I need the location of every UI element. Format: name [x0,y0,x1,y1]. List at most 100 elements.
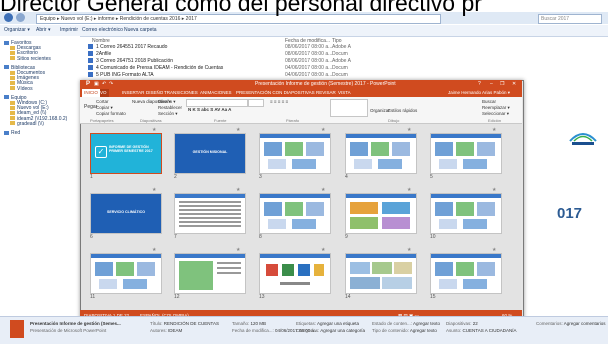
slide-thumbnail[interactable] [345,193,417,234]
slide-thumbnail[interactable] [345,253,417,294]
sidebar-item[interactable]: gradeadl (\\) [10,121,44,127]
print-button[interactable]: Imprimir [60,27,78,33]
tab-transiciones[interactable]: TRANSICIONES [164,89,198,97]
new-folder-button[interactable]: Nueva carpeta [124,27,157,33]
details-tags[interactable]: Agregar una etiqueta [317,321,359,326]
minimize-icon[interactable]: – [490,80,493,89]
find-button[interactable]: Buscar [482,99,496,104]
file-row[interactable]: 3 Correo 264751 2018 Publicación [88,58,173,64]
slide-graphic [350,277,380,289]
details-comments[interactable]: Agregar comentarios [564,321,606,326]
save-icon[interactable]: ▣ [94,80,99,89]
file-date: 04/06/2017 08:00 a... [285,65,333,71]
tab-animaciones[interactable]: ANIMACIONES [200,89,232,97]
sidebar-item[interactable]: Vídeos [10,86,33,92]
slide-graphic [260,194,330,198]
slide-graphic [285,202,303,216]
slide-thumbnail[interactable]: SERVICIO CLIMÁTICO [90,193,162,234]
file-type: Docum [332,72,348,78]
details-slides-label: Diapositivas: [446,321,472,326]
redo-icon[interactable]: ↷ [109,80,113,89]
slide-graphic [350,217,378,229]
select-button[interactable]: Seleccionar ▾ [482,111,509,117]
slide-thumbnail[interactable] [430,193,502,234]
folder-icon [10,116,15,121]
slide-thumbnail[interactable]: GESTIÓN MISIONAL [174,133,246,174]
sidebar-item[interactable]: Sitios recientes [10,56,51,62]
slide-thumbnail[interactable] [174,253,246,294]
search-input[interactable]: Buscar 2017 [538,14,602,24]
slide-thumbnail[interactable] [174,193,246,234]
details-authors[interactable]: IDEAM [168,328,182,333]
group-icon [4,95,9,100]
slide-thumbnail[interactable] [430,253,502,294]
tab-presentacion[interactable]: PRESENTACIÓN CON DIAPOSITIVAS [236,89,315,97]
animation-star-icon: ★ [236,127,241,133]
section-button[interactable]: Sección ▾ [158,111,178,117]
bold-button[interactable]: N K S abc S AV Aa A [188,107,231,112]
tab-vista[interactable]: VISTA [338,89,351,97]
quick-styles-button[interactable]: Estilos rápidos [388,108,417,113]
user-name[interactable]: Jaime Hernando Arias Pabón ▾ [448,89,510,97]
help-icon[interactable]: ? [478,80,481,89]
file-row[interactable]: 2Anfile [88,51,111,57]
file-icon [88,72,93,78]
details-content[interactable]: Agregar texto [410,328,437,333]
arrange-button[interactable]: Organizar [370,108,390,113]
folder-icon [10,56,15,61]
slide-graphic [260,254,330,258]
slide-graphic [371,142,389,156]
details-title[interactable]: RENDICIÓN DE CUENTAS [164,321,219,326]
slide-thumbnail[interactable] [259,193,331,234]
slide-thumbnail[interactable] [345,133,417,174]
file-date: 08/06/2017 08:00 a... [285,51,333,57]
slide-graphic [314,264,324,276]
tab-inicio[interactable]: INICIO [82,89,100,97]
close-icon[interactable]: ✕ [512,80,516,89]
details-category-label: Categorías: [296,328,320,333]
cut-button[interactable]: Cortar [96,99,109,104]
file-row[interactable]: 4 Comunicado de Prensa IDEAM - Rendición… [88,65,223,71]
slide-graphic [292,219,316,229]
slide-graphic [306,142,324,156]
font-name-box[interactable] [186,99,248,107]
file-row[interactable]: 5 PUB ING Formato ALTA [88,72,154,78]
slide-title: INFORME DE GESTIÓN PRIMER SEMESTRE 2017 [109,145,153,154]
animation-star-icon: ★ [321,127,326,133]
file-date: 08/06/2017 08:00 a... [285,44,333,50]
check-icon: ✓ [95,146,107,158]
file-row[interactable]: 1 Correo 264551 2017 Recaudo [88,44,167,50]
slide-graphic [137,262,155,276]
format-painter-button[interactable]: Copiar formato [96,111,126,116]
sidebar-item-label: Red [11,130,21,136]
details-subject[interactable]: CUENTAS A CIUDADANÍA [463,328,517,333]
paragraph-buttons[interactable]: ≡ ≡ ≡ ≡ ≡ [270,99,288,104]
file-icon [88,58,93,64]
background-year: 017 [557,205,583,222]
slide-thumbnail[interactable]: ✓ INFORME DE GESTIÓN PRIMER SEMESTRE 2017 [90,133,162,174]
details-content-label: Tipo de contenido: [372,328,409,333]
ppt-title-bar: P ▣ ↶ ↷ Presentación Informe de gestión … [80,80,522,89]
slide-thumbnail[interactable] [430,133,502,174]
organize-button[interactable]: Organizar ▾ [4,27,30,33]
shapes-gallery[interactable] [330,99,368,117]
tab-diseno[interactable]: DISEÑO [146,89,163,97]
slide-graphic [431,194,501,198]
details-category[interactable]: Agregar una categoría [320,328,365,333]
animation-star-icon: ★ [407,187,412,193]
tab-insertar[interactable]: INSERTAR [122,89,144,97]
slide-number: 1 [90,174,93,180]
slide-thumbnail[interactable] [259,253,331,294]
slide-thumbnail[interactable] [90,253,162,294]
restore-icon[interactable]: ❐ [500,80,504,89]
slide-graphic [435,262,453,276]
email-button[interactable]: Correo electrónico [82,27,123,33]
sidebar-item[interactable]: Red [4,130,20,136]
details-status[interactable]: Agregar texto [413,321,440,326]
reset-button[interactable]: Restablecer [158,105,182,110]
slide-thumbnail[interactable] [259,133,331,174]
undo-icon[interactable]: ↶ [102,80,106,89]
tab-revisar[interactable]: REVISAR [316,89,336,97]
font-size-box[interactable] [248,99,264,107]
open-button[interactable]: Abrir ▾ [36,27,50,33]
